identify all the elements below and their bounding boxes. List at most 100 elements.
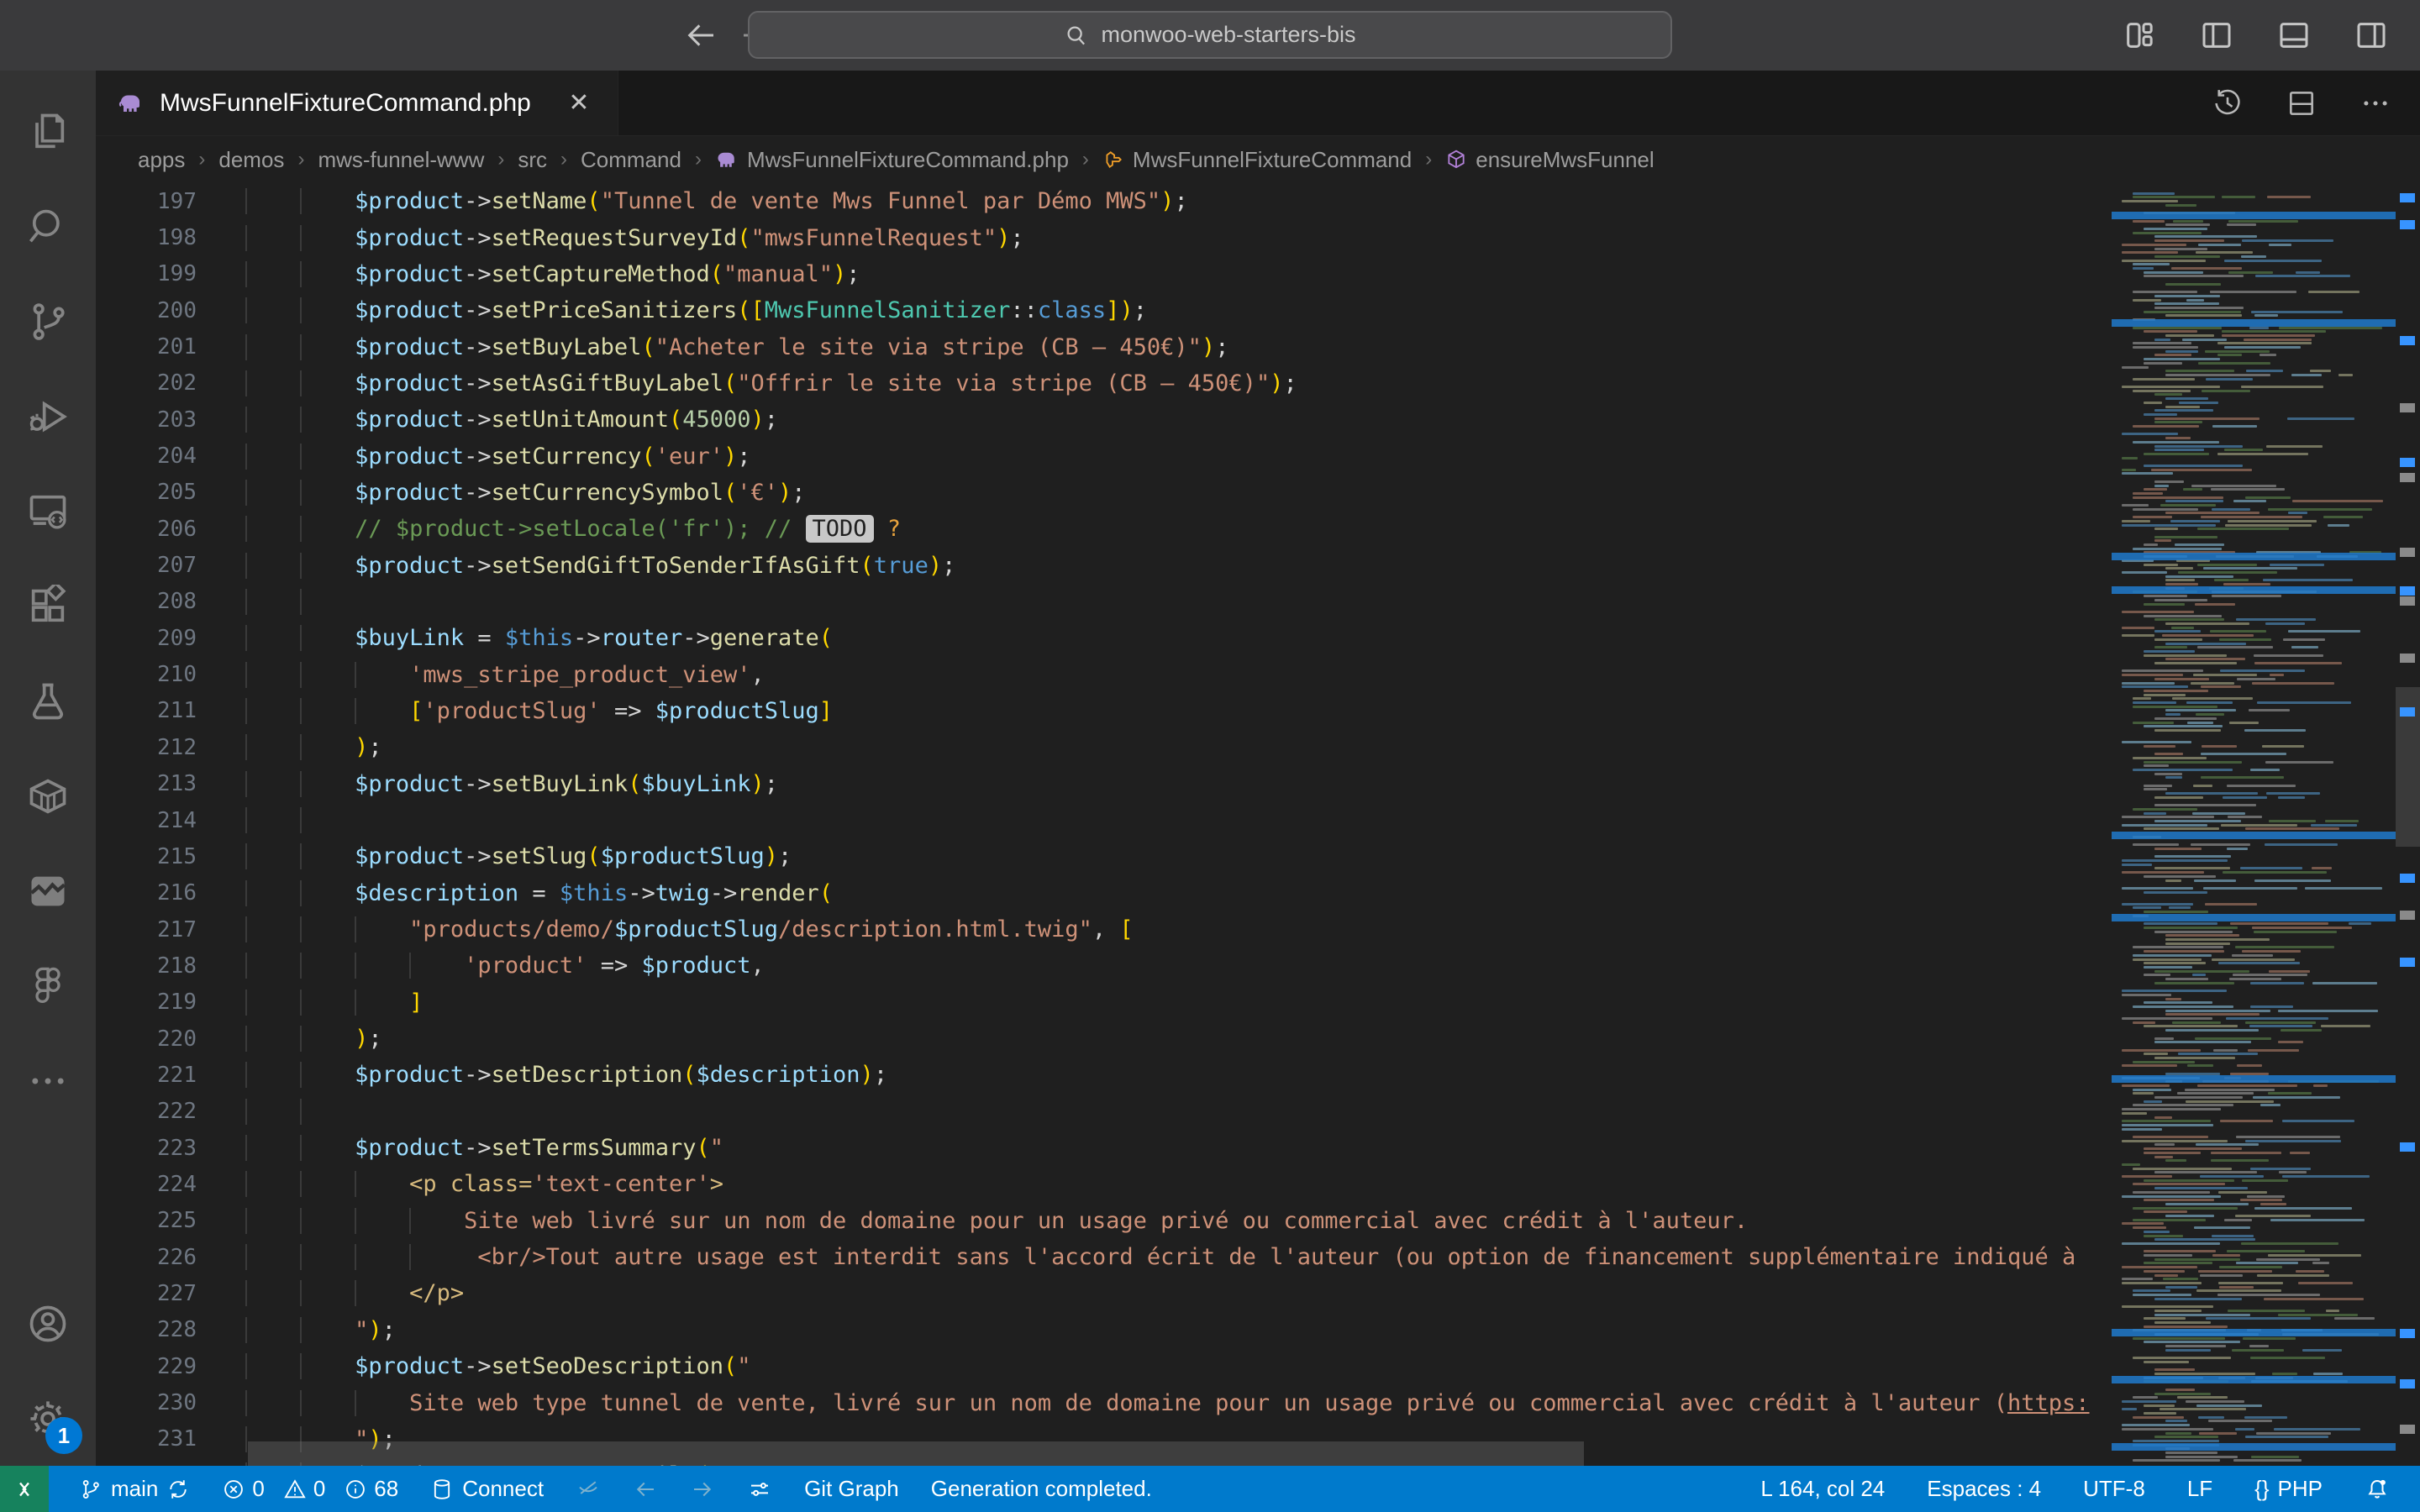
code-line[interactable]: 216 $description = $this->twig->render( xyxy=(96,875,2112,911)
line-number[interactable]: 201 xyxy=(96,334,197,360)
code-line[interactable]: 208 xyxy=(96,584,2112,620)
line-number[interactable]: 209 xyxy=(96,626,197,651)
code-line[interactable]: 217 "products/demo/$productSlug/descript… xyxy=(96,911,2112,948)
indentation-status[interactable]: Espaces : 4 xyxy=(1925,1476,2043,1502)
nav-forward-status[interactable] xyxy=(688,1466,717,1512)
code-line[interactable]: 201 $product->setBuyLabel("Acheter le si… xyxy=(96,328,2112,365)
git-graph-status[interactable]: Git Graph xyxy=(802,1466,901,1512)
code-line[interactable]: 199 $product->setCaptureMethod("manual")… xyxy=(96,256,2112,292)
line-number[interactable]: 219 xyxy=(96,990,197,1015)
line-number[interactable]: 231 xyxy=(96,1426,197,1452)
customize-layout-button[interactable] xyxy=(2121,17,2158,54)
line-number[interactable]: 200 xyxy=(96,298,197,323)
code-line[interactable]: 200 $product->setPriceSanitizers([MwsFun… xyxy=(96,292,2112,328)
code-line[interactable]: 207 $product->setSendGiftToSenderIfAsGif… xyxy=(96,547,2112,583)
code-line[interactable]: 222 xyxy=(96,1094,2112,1130)
code-line[interactable]: 214 xyxy=(96,802,2112,838)
overview-ruler-scrollbar[interactable] xyxy=(2396,183,2420,1466)
breadcrumb-item-mwsfunnelfixturecommand-php[interactable]: MwsFunnelFixtureCommand.php xyxy=(715,147,1069,173)
code-line[interactable]: 226 <br/>Tout autre usage est interdit s… xyxy=(96,1239,2112,1275)
line-number[interactable]: 215 xyxy=(96,844,197,869)
command-center-search[interactable]: monwoo-web-starters-bis xyxy=(748,11,1672,59)
problems-status[interactable]: 0 0 68 xyxy=(220,1466,400,1512)
line-number[interactable]: 220 xyxy=(96,1026,197,1052)
nav-back-status[interactable] xyxy=(631,1466,660,1512)
code-line[interactable]: 215 $product->setSlug($productSlug); xyxy=(96,838,2112,874)
line-number[interactable]: 207 xyxy=(96,553,197,578)
code-line[interactable]: 210 'mws_stripe_product_view', xyxy=(96,656,2112,692)
line-number[interactable]: 213 xyxy=(96,771,197,796)
toggle-secondary-sidebar-button[interactable] xyxy=(2353,17,2390,54)
code-line[interactable]: 213 $product->setBuyLink($buyLink); xyxy=(96,766,2112,802)
horizontal-scrollbar[interactable] xyxy=(248,1441,1584,1466)
line-number[interactable]: 232 xyxy=(96,1463,197,1466)
line-number[interactable]: 205 xyxy=(96,480,197,505)
tune-settings-status[interactable] xyxy=(745,1466,774,1512)
line-number[interactable]: 212 xyxy=(96,735,197,760)
sidebar-item-docker[interactable] xyxy=(0,748,96,843)
tab-close-button[interactable]: ✕ xyxy=(562,88,596,118)
code-line[interactable]: 229 $product->setSeoDescription(" xyxy=(96,1348,2112,1384)
encoding-status[interactable]: UTF-8 xyxy=(2081,1476,2147,1502)
code-line[interactable]: 221 $product->setDescription($descriptio… xyxy=(96,1057,2112,1093)
eol-status[interactable]: LF xyxy=(2186,1476,2214,1502)
sidebar-item-testing[interactable] xyxy=(0,654,96,748)
eye-closed-status[interactable] xyxy=(574,1466,602,1512)
breadcrumb-item-ensuremwsfunnel[interactable]: ensureMwsFunnel xyxy=(1445,147,1654,173)
code-line[interactable]: 230 Site web type tunnel de vente, livré… xyxy=(96,1384,2112,1420)
code-line[interactable]: 212 ); xyxy=(96,729,2112,765)
line-number[interactable]: 217 xyxy=(96,917,197,942)
language-mode-status[interactable]: {} PHP xyxy=(2253,1476,2324,1502)
line-number[interactable]: 211 xyxy=(96,698,197,723)
line-number[interactable]: 226 xyxy=(96,1245,197,1270)
branch-status[interactable]: main xyxy=(77,1466,192,1512)
sidebar-item-search[interactable] xyxy=(0,179,96,274)
line-number[interactable]: 221 xyxy=(96,1063,197,1088)
line-number[interactable]: 218 xyxy=(96,953,197,979)
remote-indicator[interactable] xyxy=(0,1466,49,1512)
breadcrumb-item-demos[interactable]: demos xyxy=(218,147,284,173)
line-number[interactable]: 210 xyxy=(96,662,197,687)
sidebar-item-figma[interactable] xyxy=(0,938,96,1033)
line-number[interactable]: 214 xyxy=(96,808,197,833)
line-number[interactable]: 227 xyxy=(96,1281,197,1306)
code-line[interactable]: 209 $buyLink = $this->router->generate( xyxy=(96,620,2112,656)
code-line[interactable]: 224 <p class='text-center'> xyxy=(96,1166,2112,1202)
code-line[interactable]: 197 $product->setName("Tunnel de vente M… xyxy=(96,183,2112,219)
code-line[interactable]: 211 ['productSlug' => $productSlug] xyxy=(96,693,2112,729)
notifications-status[interactable] xyxy=(2363,1477,2391,1502)
code-editor[interactable]: 197 $product->setName("Tunnel de vente M… xyxy=(96,183,2420,1466)
line-number[interactable]: 222 xyxy=(96,1099,197,1124)
code-line[interactable]: 202 $product->setAsGiftBuyLabel("Offrir … xyxy=(96,365,2112,402)
sidebar-item-remote-explorer[interactable] xyxy=(0,464,96,559)
line-number[interactable]: 225 xyxy=(96,1208,197,1233)
split-editor-icon[interactable] xyxy=(2286,87,2317,119)
code-line[interactable]: 218 'product' => $product, xyxy=(96,948,2112,984)
code-line[interactable]: 204 $product->setCurrency('eur'); xyxy=(96,438,2112,474)
code-line[interactable]: 198 $product->setRequestSurveyId("mwsFun… xyxy=(96,219,2112,255)
breadcrumb-item-mwsfunnelfixturecommand[interactable]: MwsFunnelFixtureCommand xyxy=(1102,147,1412,173)
sidebar-item-run-debug[interactable] xyxy=(0,369,96,464)
line-number[interactable]: 228 xyxy=(96,1317,197,1342)
line-number[interactable]: 208 xyxy=(96,589,197,614)
line-number[interactable]: 198 xyxy=(96,225,197,250)
tab-mwsfunnelfixturecommand[interactable]: MwsFunnelFixtureCommand.php ✕ xyxy=(96,71,618,135)
timeline-history-icon[interactable] xyxy=(2212,87,2244,119)
code-content[interactable]: 197 $product->setName("Tunnel de vente M… xyxy=(96,183,2112,1466)
breadcrumb-item-src[interactable]: src xyxy=(518,147,547,173)
more-actions-icon[interactable] xyxy=(2360,87,2391,119)
line-number[interactable]: 204 xyxy=(96,444,197,469)
connect-status[interactable]: Connect xyxy=(429,1466,545,1512)
sidebar-item-source-control[interactable] xyxy=(0,274,96,369)
nav-back-button[interactable] xyxy=(677,12,724,59)
line-number[interactable]: 202 xyxy=(96,370,197,396)
line-number[interactable]: 223 xyxy=(96,1136,197,1161)
accounts-button[interactable] xyxy=(0,1276,96,1371)
breadcrumb-item-apps[interactable]: apps xyxy=(138,147,185,173)
code-line[interactable]: 223 $product->setTermsSummary(" xyxy=(96,1130,2112,1166)
sidebar-item-explorer[interactable] xyxy=(0,84,96,179)
code-line[interactable]: 220 ); xyxy=(96,1021,2112,1057)
toggle-panel-button[interactable] xyxy=(2275,17,2312,54)
breadcrumb-item-mws-funnel-www[interactable]: mws-funnel-www xyxy=(318,147,484,173)
line-number[interactable]: 203 xyxy=(96,407,197,433)
